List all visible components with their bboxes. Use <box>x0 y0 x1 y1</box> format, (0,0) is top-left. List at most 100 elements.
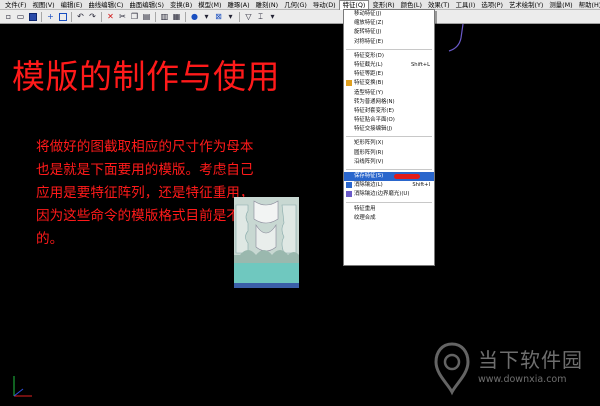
dropdown-menu-item[interactable]: 保存特征(S) <box>344 172 434 182</box>
menu-item[interactable]: 帮助(H) <box>576 0 600 10</box>
menu-item[interactable]: 曲线编辑(C) <box>85 0 126 10</box>
menu-item-label: 沿线阵列(V) <box>354 158 384 165</box>
menu-item[interactable]: 编辑(E) <box>58 0 86 10</box>
dropdown-menu-item[interactable]: 造型特征(Y) <box>344 89 434 98</box>
dropdown-arrow-icon[interactable]: ▾ <box>201 11 212 22</box>
menu-item-label: 消除镶边(L) <box>354 182 383 189</box>
menu-item[interactable]: 选项(P) <box>478 0 506 10</box>
dropdown-menu-item[interactable]: 移动特征(J) <box>344 10 434 19</box>
menu-item-label: 特征变换(B) <box>354 80 384 87</box>
delete-icon[interactable]: ✕ <box>105 11 116 22</box>
crosshair-icon[interactable]: + <box>45 11 56 22</box>
description-line: 将做好的图截取相应的尺寸作为母本 <box>36 139 254 155</box>
menu-item-icon <box>346 182 352 189</box>
menu-item-label: 保存特征(S) <box>354 173 384 179</box>
menu-separator <box>346 169 432 170</box>
redo-icon[interactable]: ↷ <box>87 11 98 22</box>
watermark: 当下软件园 www.downxia.com <box>432 340 592 400</box>
menu-item-label: 特征截光(L) <box>354 61 383 68</box>
toolbar-divider <box>101 11 102 22</box>
template-preview <box>234 197 299 288</box>
watermark-url: www.downxia.com <box>478 374 567 385</box>
dropdown-menu-item[interactable]: 特征变形(D) <box>344 52 434 61</box>
menu-item-label: 缩放特征(Z) <box>354 20 384 27</box>
menu-item-icon <box>346 173 352 179</box>
menu-item-label: 特征封套变形(E) <box>354 107 394 114</box>
toolbar-divider <box>239 11 240 22</box>
dropdown-menu-item[interactable]: 对称特征(E) <box>344 38 434 47</box>
menu-separator <box>346 136 432 138</box>
dropdown-menu-item[interactable]: 特征截光(L) Shift+L <box>344 61 434 70</box>
watermark-logo-icon <box>434 342 470 396</box>
new-file-icon[interactable]: ▫ <box>3 11 14 22</box>
toolbar-divider <box>155 11 156 22</box>
menu-item-label: 特征重用 <box>354 205 376 212</box>
dropdown-menu-item[interactable]: 消除镶边(L) Shift+I <box>344 181 434 190</box>
measure-icon[interactable]: ⌶ <box>255 11 266 22</box>
menu-item-label: 圆形阵列(R) <box>354 149 384 156</box>
menu-item-label: 转为普通网格(N) <box>354 98 395 105</box>
menu-item-label: 移动特征(J) <box>354 11 382 17</box>
menu-item[interactable]: 测量(M) <box>546 0 575 10</box>
zoom-box-icon[interactable] <box>57 11 68 22</box>
paste-icon[interactable]: ▤ <box>141 11 152 22</box>
red-highlight-mark <box>394 174 420 179</box>
coordinate-axis <box>13 376 32 397</box>
menu-item[interactable]: 变换(B) <box>167 0 195 10</box>
dropdown-menu-item[interactable]: 沿线阵列(V) <box>344 158 434 167</box>
menu-item-label: 造型特征(Y) <box>354 89 384 96</box>
menu-item-label: 矩形阵列(X) <box>354 140 384 147</box>
menu-item-label: 特征交接编辑(J) <box>354 126 393 133</box>
filter-icon[interactable]: ▽ <box>243 11 254 22</box>
description-line: 也是就是下面要用的模版。考虑自己 <box>36 162 254 178</box>
copy-icon[interactable]: ❐ <box>129 11 140 22</box>
toolbar-divider <box>41 11 42 22</box>
menu-item-label: 旋转特征(J) <box>354 29 382 36</box>
feature-dropdown-menu: 移动特征(J) 缩放特征(Z) 旋转特征(J) 对称特征(E) 特征变形(D) 特征截光(… <box>343 9 435 266</box>
select-icon[interactable]: ⊠ <box>213 11 224 22</box>
menu-item[interactable]: 视图(V) <box>29 0 57 10</box>
layer-icon[interactable]: ▥ <box>159 11 170 22</box>
dropdown-menu-item[interactable]: 纹理合成 <box>344 214 434 223</box>
menu-item[interactable]: 工具(I) <box>453 0 479 10</box>
menu-item-icon <box>346 191 352 198</box>
menu-separator <box>346 48 432 50</box>
menu-item[interactable]: 导动(D) <box>310 0 339 10</box>
menu-item-label: 消除镶边(边界磨光)(U) <box>354 191 410 198</box>
grid-icon[interactable]: ▦ <box>171 11 182 22</box>
dropdown-arrow-icon[interactable]: ▾ <box>225 11 236 22</box>
dropdown-arrow-icon[interactable]: ▾ <box>267 11 278 22</box>
dropdown-menu-item[interactable]: 特征贴合平面(O) <box>344 116 434 125</box>
menu-item[interactable]: 雕刻(N) <box>253 0 282 10</box>
dropdown-menu-item[interactable]: 转为普通网格(N) <box>344 98 434 107</box>
page-title: 模版的制作与使用 <box>12 57 280 96</box>
dropdown-menu-item[interactable]: 缩放特征(Z) <box>344 19 434 28</box>
render-icon[interactable]: ● <box>189 11 200 22</box>
menu-item[interactable]: 曲面编辑(S) <box>126 0 167 10</box>
menu-item-icon <box>346 80 352 87</box>
menu-item[interactable]: 文件(F) <box>2 0 29 10</box>
menu-item-label: 特征贴合平面(O) <box>354 117 395 124</box>
dropdown-menu-item[interactable]: 圆形阵列(R) <box>344 149 434 158</box>
dropdown-menu-item[interactable]: 矩形阵列(X) <box>344 139 434 148</box>
menu-item[interactable]: 艺术绘制(Y) <box>506 0 546 10</box>
dropdown-menu-item[interactable]: 特征重用 <box>344 205 434 214</box>
menu-item[interactable]: 几何(G) <box>281 0 310 10</box>
menu-item-label: 特征变形(D) <box>354 52 384 59</box>
menu-separator <box>346 201 432 203</box>
dropdown-menu-item[interactable]: 特征等距(E) <box>344 70 434 79</box>
dropdown-menu-item[interactable]: 特征交接编辑(J) <box>344 125 434 134</box>
menu-item[interactable]: 雕琢(A) <box>224 0 252 10</box>
dropdown-menu-item[interactable]: 旋转特征(J) <box>344 28 434 37</box>
save-icon[interactable] <box>27 11 38 22</box>
toolbar-divider <box>185 11 186 22</box>
watermark-text: 当下软件园 <box>478 348 583 372</box>
dropdown-menu-item[interactable]: 消除镶边(边界磨光)(U) <box>344 190 434 199</box>
menu-item[interactable]: 模型(M) <box>195 0 224 10</box>
dropdown-menu-item[interactable]: 特征变换(B) <box>344 79 434 88</box>
dropdown-menu-item[interactable]: 特征封套变形(E) <box>344 107 434 116</box>
cut-icon[interactable]: ✂ <box>117 11 128 22</box>
undo-icon[interactable]: ↶ <box>75 11 86 22</box>
open-file-icon[interactable]: ▭ <box>15 11 26 22</box>
menu-bar: 文件(F) 视图(V) 编辑(E) 曲线编辑(C) 曲面编辑(S) 变换(B) 模型(M) 雕… <box>0 0 600 10</box>
